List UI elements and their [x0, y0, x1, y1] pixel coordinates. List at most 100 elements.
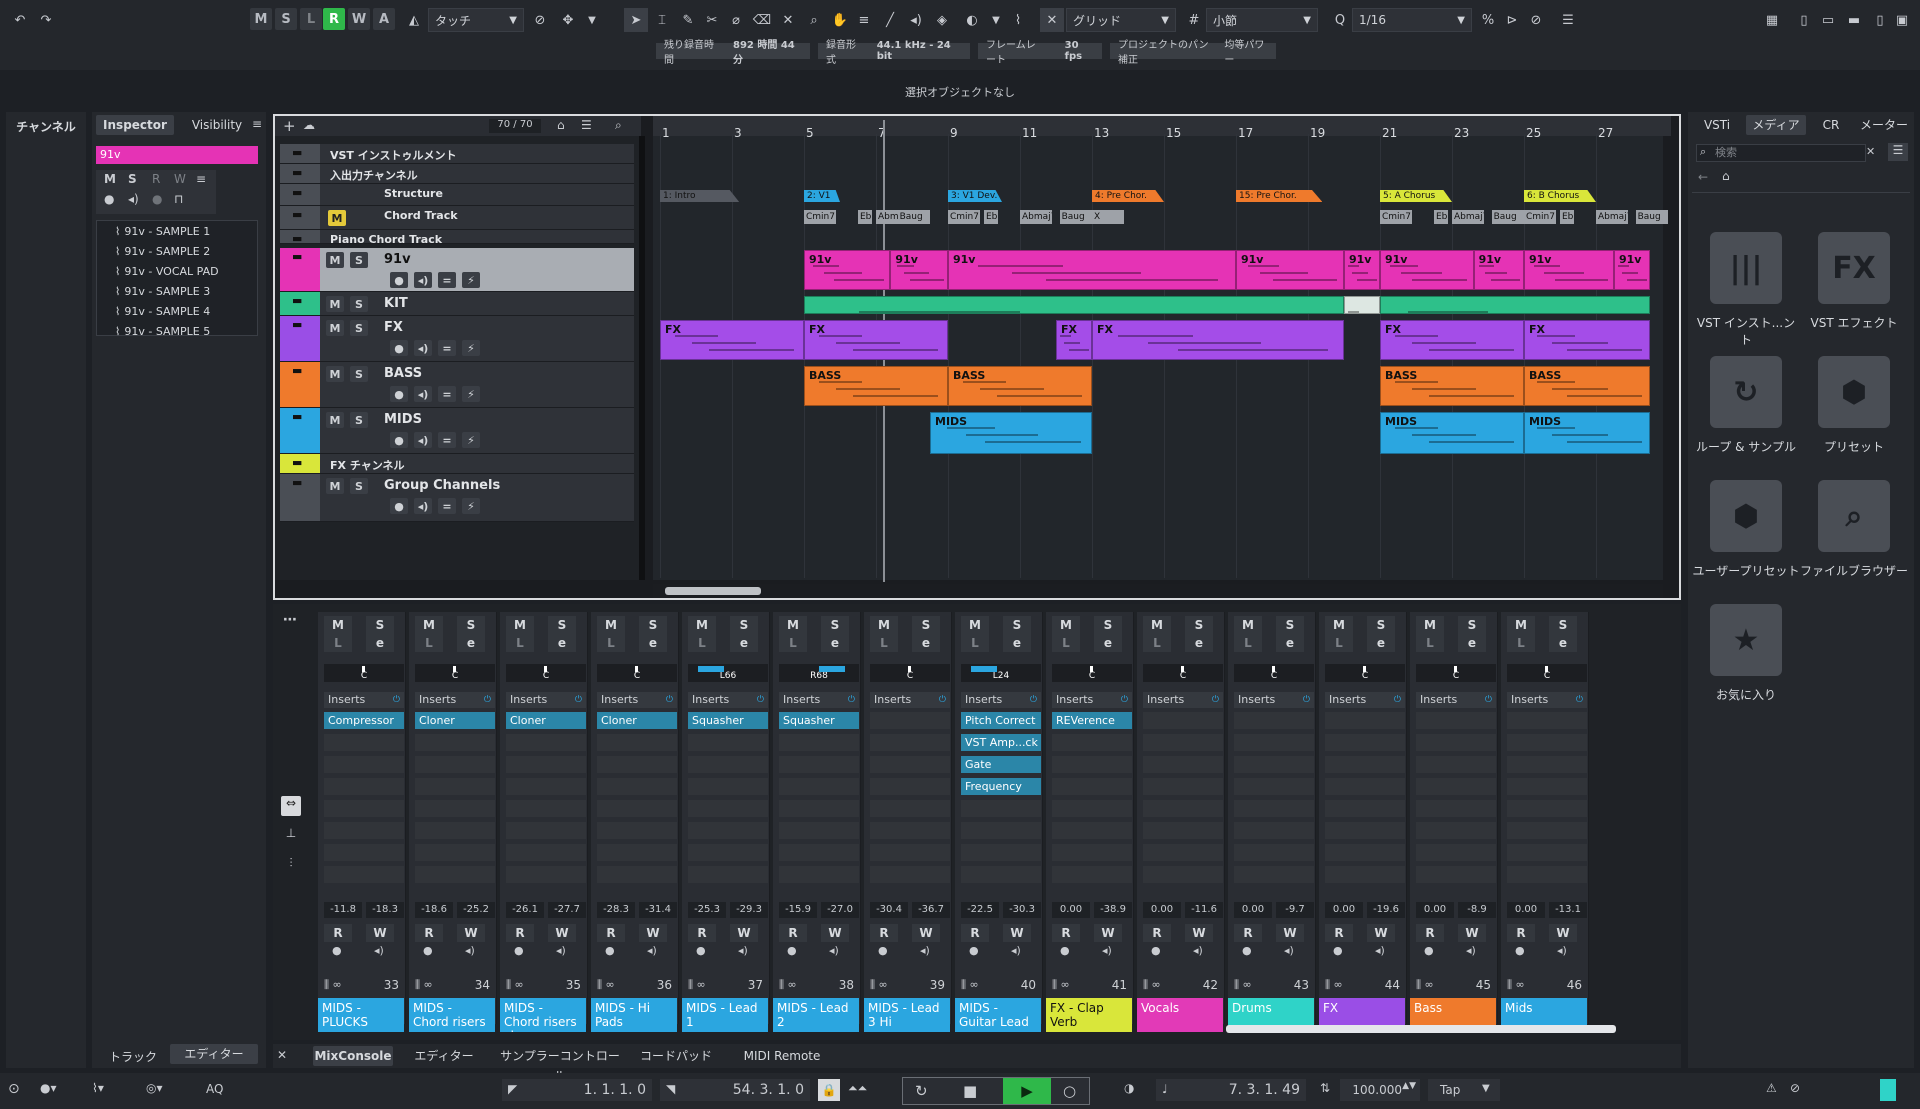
grid-type-select[interactable]: 小節 ▼ [1206, 8, 1318, 32]
insert-slot[interactable] [1143, 734, 1223, 751]
insert-slot[interactable] [1416, 800, 1496, 817]
insert-slot[interactable] [1143, 866, 1223, 883]
read-button[interactable]: R [1052, 924, 1080, 942]
right-locator[interactable]: ◥ 54. 3. 1. 0 [660, 1079, 810, 1101]
channel-name[interactable]: MIDS - Guitar Lead [955, 998, 1041, 1032]
pointer-tool-icon[interactable]: ➤ [624, 8, 648, 32]
insert-slot[interactable] [1416, 822, 1496, 839]
right-zone-toggle-icon[interactable]: ▯ [1868, 8, 1892, 32]
chord-event[interactable]: Cmin7 [948, 210, 980, 224]
insert-slot[interactable] [779, 822, 859, 839]
chord-event[interactable]: Eb [1434, 210, 1448, 224]
punch-mode-icon[interactable]: ⌇▾ [92, 1081, 104, 1095]
track-header[interactable]: ▬ 入出力チャンネル [280, 164, 634, 184]
fader-value[interactable]: -26.1 [506, 902, 544, 918]
insert-slot[interactable] [1507, 866, 1587, 883]
nudge-dropdown-icon[interactable]: ▼ [580, 8, 604, 32]
inspector-monitor-icon[interactable]: ◂) [128, 192, 139, 206]
channel-solo-button[interactable]: S [1458, 616, 1486, 634]
monitor-icon[interactable]: ◂) [414, 386, 432, 402]
inserts-power-icon[interactable]: ⏻ [1485, 692, 1492, 708]
channel-mute-button[interactable]: M [597, 616, 625, 634]
chord-event[interactable]: Baug [1491, 210, 1524, 224]
read-button[interactable]: R [597, 924, 625, 942]
chord-event[interactable]: Abmaj7 [1020, 210, 1052, 224]
listen-icon[interactable]: L [415, 634, 443, 652]
right-zone-tab[interactable]: CR [1810, 115, 1852, 135]
track-mute-icon[interactable]: M [326, 320, 344, 336]
insert-slot[interactable] [1325, 800, 1405, 817]
mixer-fader-icon[interactable]: ⊥ [281, 826, 301, 846]
snap-type-select[interactable]: グリッド ▼ [1066, 8, 1176, 32]
lower-zone-close-icon[interactable]: ✕ [277, 1048, 291, 1062]
search-clear-icon[interactable]: ✕ [1866, 145, 1875, 158]
track-solo-icon[interactable]: S [350, 366, 368, 382]
monitor-icon[interactable]: ◂) [1193, 944, 1203, 957]
track-mute-icon[interactable]: M [326, 478, 344, 494]
insert-slot[interactable] [1052, 866, 1132, 883]
lower-tab[interactable]: MixConsole [313, 1046, 393, 1066]
record-enable-icon[interactable]: ● [605, 944, 615, 957]
track-visibility-icon[interactable]: ⌂ [557, 118, 565, 132]
record-arm-icon[interactable]: ● [390, 498, 408, 514]
channel-name[interactable]: FX - Clap Verb [1046, 998, 1132, 1032]
record-enable-icon[interactable]: ● [514, 944, 524, 957]
channel-solo-button[interactable]: S [1549, 616, 1577, 634]
constrain-delay-icon[interactable]: ⊘ [528, 8, 552, 32]
channel-mute-button[interactable]: M [961, 616, 989, 634]
tempo-field[interactable]: 100.000 ▲▼ [1340, 1079, 1420, 1101]
inserts-power-icon[interactable]: ⏻ [848, 692, 855, 708]
sample-item[interactable]: ⌇ 91v - SAMPLE 4 [115, 305, 210, 318]
insert-plugin[interactable]: VST Amp...ck [961, 734, 1041, 751]
read-button[interactable]: R [324, 924, 352, 942]
folder-icon[interactable]: ▬ [292, 456, 302, 469]
channel-name[interactable]: MIDS - Lead 1 [682, 998, 768, 1032]
inserts-header[interactable]: Inserts ⏻ [1143, 692, 1223, 708]
clip[interactable]: 91v [1473, 250, 1524, 290]
lower-zone-toggle-icon[interactable]: ▬ [1842, 8, 1866, 32]
inserts-header[interactable]: Inserts ⏻ [688, 692, 768, 708]
inserts-power-icon[interactable]: ⏻ [575, 692, 582, 708]
chord-event[interactable]: Baug [1059, 210, 1092, 224]
track-header[interactable]: ▬ M S ● ◂) = ⚡ FX [280, 316, 634, 362]
listen-icon[interactable]: L [870, 634, 898, 652]
clip[interactable]: MIDS [1380, 412, 1524, 454]
insert-plugin[interactable]: Compressor [324, 712, 404, 729]
inspector-lock-icon[interactable]: ⊓ [174, 192, 183, 206]
insert-slot[interactable] [688, 778, 768, 795]
edit-channel-icon[interactable]: e [1003, 634, 1031, 652]
insert-slot[interactable] [1416, 712, 1496, 729]
listen-icon[interactable]: L [688, 634, 716, 652]
insert-slot[interactable] [597, 778, 677, 795]
insert-slot[interactable] [1234, 800, 1314, 817]
record-arm-icon[interactable]: ● [390, 432, 408, 448]
inserts-header[interactable]: Inserts ⏻ [1325, 692, 1405, 708]
monitor-icon[interactable]: ◂) [920, 944, 930, 957]
channel-name[interactable]: MIDS - Hi Pads [591, 998, 677, 1032]
insert-slot[interactable] [1143, 712, 1223, 729]
insert-slot[interactable] [1507, 800, 1587, 817]
inserts-header[interactable]: Inserts ⏻ [1234, 692, 1314, 708]
fader-value[interactable]: -25.3 [688, 902, 726, 918]
clip[interactable]: FX [1092, 320, 1344, 360]
mixer-more-icon[interactable]: ⋯ [283, 612, 297, 628]
insert-slot[interactable] [688, 866, 768, 883]
insert-slot[interactable] [324, 866, 404, 883]
inserts-power-icon[interactable]: ⏻ [666, 692, 673, 708]
insert-slot[interactable] [870, 778, 950, 795]
listen-icon[interactable]: L [1234, 634, 1262, 652]
listen-icon[interactable]: L [1507, 634, 1535, 652]
inspector-menu-icon[interactable]: ≡ [252, 117, 262, 131]
clip[interactable] [1380, 296, 1650, 314]
freeze-icon[interactable]: ⚡ [462, 340, 480, 356]
insert-slot[interactable] [1052, 756, 1132, 773]
insert-plugin[interactable]: Gate [961, 756, 1041, 773]
pan-control[interactable]: C [870, 664, 950, 682]
insert-slot[interactable] [1052, 778, 1132, 795]
clip[interactable]: BASS [1380, 366, 1524, 406]
insert-slot[interactable] [779, 844, 859, 861]
quantize-panel-icon[interactable]: ☰ [1556, 8, 1580, 32]
vst-instruments-icon[interactable]: ||| [1710, 232, 1782, 304]
insert-slot[interactable] [779, 734, 859, 751]
chord-event[interactable]: Abmaj7 [1596, 210, 1628, 224]
